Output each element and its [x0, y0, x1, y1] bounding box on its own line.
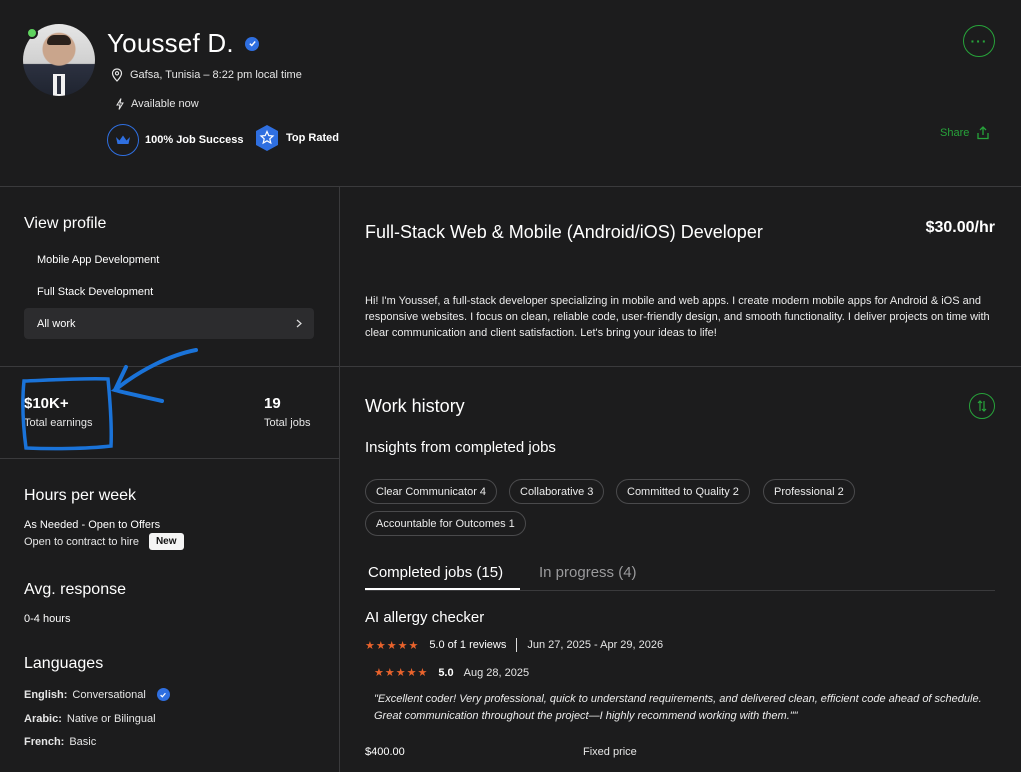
share-label: Share: [940, 127, 970, 139]
availability-row: Available now: [116, 98, 199, 110]
language-name: English:: [24, 688, 68, 701]
rating-stars-icon: ★★★★★: [365, 639, 420, 652]
availability-text: Available now: [131, 98, 199, 110]
job-price-type: Fixed price: [583, 746, 637, 758]
star-badge-icon: [256, 125, 278, 151]
insight-chip[interactable]: Professional 2: [763, 479, 855, 504]
total-jobs-value: 19: [264, 395, 281, 412]
new-badge: New: [148, 533, 184, 550]
job-success-badge[interactable]: 100% Job Success: [107, 124, 243, 156]
language-row-arabic: Arabic: Native or Bilingual: [24, 713, 156, 725]
share-button[interactable]: Share: [940, 126, 990, 140]
separator: [516, 638, 518, 652]
hourly-rate: $30.00/hr: [925, 219, 995, 236]
chevron-right-icon: [296, 319, 302, 328]
top-rated-badge[interactable]: Top Rated: [254, 124, 339, 152]
insight-chip[interactable]: Clear Communicator 4: [365, 479, 498, 504]
location-pin-icon: [111, 68, 123, 82]
hours-value: As Needed - Open to Offers: [24, 519, 161, 531]
language-level: Basic: [69, 736, 97, 748]
tab-in-progress[interactable]: In progress (4): [539, 564, 637, 581]
contract-text: Open to contract to hire: [24, 535, 139, 548]
avg-response-value: 0-4 hours: [24, 613, 71, 625]
top-rated-label: Top Rated: [286, 132, 339, 144]
work-history-heading: Work history: [365, 396, 465, 416]
sidebar-item-mobile-app[interactable]: Mobile App Development: [24, 244, 314, 275]
crown-icon: [107, 124, 139, 156]
sort-icon: [977, 400, 987, 412]
more-options-button[interactable]: ···: [963, 25, 995, 57]
view-profile-heading: View profile: [24, 215, 107, 232]
sidebar-item-all-work[interactable]: All work: [24, 308, 314, 339]
job-success-label: 100% Job Success: [145, 134, 244, 146]
verified-icon: [245, 36, 260, 51]
insight-chip[interactable]: Committed to Quality 2: [616, 479, 750, 504]
language-level: Native or Bilingual: [66, 713, 156, 725]
header-divider: [0, 186, 1021, 187]
avg-response-heading: Avg. response: [24, 581, 126, 598]
profile-title: Full-Stack Web & Mobile (Android/iOS) De…: [365, 222, 763, 242]
rating-summary: 5.0 of 1 reviews: [429, 639, 507, 651]
location-row: Gafsa, Tunisia – 8:22 pm local time: [111, 68, 302, 82]
language-row-english: English: Conversational: [24, 688, 170, 701]
contract-row: Open to contract to hire New: [24, 533, 184, 550]
online-status-dot: [26, 27, 38, 39]
profile-name: Youssef D.: [107, 28, 260, 59]
language-name: French:: [24, 736, 65, 748]
review-stars-icon: ★★★★★: [374, 667, 429, 679]
review-score: 5.0: [438, 666, 454, 679]
share-icon: [977, 126, 990, 140]
job-date-range: Jun 27, 2025 - Apr 29, 2026: [527, 639, 664, 651]
insights-heading: Insights from completed jobs: [365, 439, 556, 456]
total-jobs-label: Total jobs: [264, 417, 311, 429]
lightning-icon: [116, 98, 124, 110]
hours-heading: Hours per week: [24, 487, 137, 504]
review-date: Aug 28, 2025: [463, 666, 530, 679]
language-row-french: French: Basic: [24, 736, 96, 748]
tab-completed-jobs[interactable]: Completed jobs (15): [368, 564, 503, 581]
column-divider: [339, 186, 340, 772]
profile-bio: Hi! I'm Youssef, a full-stack developer …: [365, 295, 990, 339]
review-text: "Excellent coder! Very professional, qui…: [374, 693, 982, 722]
sidebar-item-label: All work: [37, 317, 76, 330]
verified-icon: [156, 688, 170, 701]
review-rating-row: ★★★★★ 5.0 Aug 28, 2025: [374, 666, 530, 680]
sidebar-item-label: Mobile App Development: [37, 253, 160, 266]
job-price: $400.00: [365, 746, 405, 758]
insight-chip[interactable]: Collaborative 3: [509, 479, 605, 504]
sidebar-item-full-stack[interactable]: Full Stack Development: [24, 276, 314, 307]
tabs-divider: [365, 590, 995, 591]
languages-heading: Languages: [24, 655, 104, 672]
stats-divider: [0, 458, 339, 459]
insight-chip[interactable]: Accountable for Outcomes 1: [365, 511, 526, 536]
annotation-highlight: [21, 348, 198, 451]
sidebar-item-label: Full Stack Development: [37, 285, 154, 298]
language-name: Arabic:: [24, 713, 62, 725]
location-text: Gafsa, Tunisia – 8:22 pm local time: [130, 69, 302, 81]
job-rating-row: ★★★★★ 5.0 of 1 reviews Jun 27, 2025 - Ap…: [365, 638, 663, 652]
sort-button[interactable]: [969, 393, 995, 419]
job-title-link[interactable]: AI allergy checker: [365, 609, 484, 626]
language-level: Conversational: [72, 688, 146, 701]
